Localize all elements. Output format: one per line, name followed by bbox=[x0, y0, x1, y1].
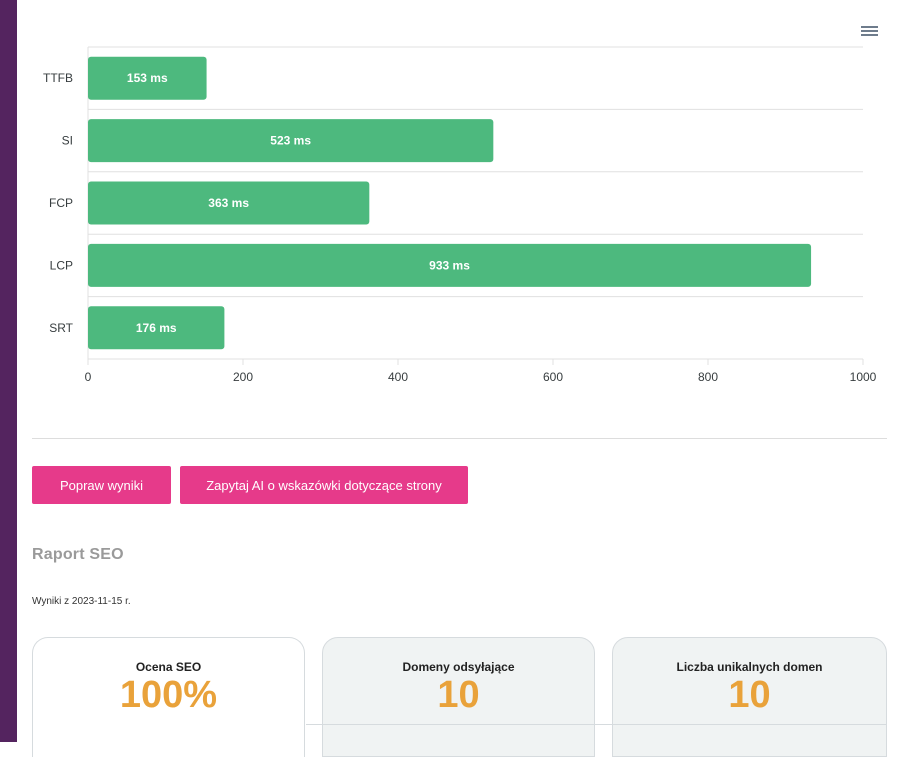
tab-referring-domains[interactable]: Domeny odsyłające 10 bbox=[322, 637, 595, 757]
section-divider bbox=[32, 438, 887, 439]
referring-domains-value: 10 bbox=[437, 674, 480, 716]
bar-data-label: 933 ms bbox=[429, 258, 470, 272]
tab-underline bbox=[306, 724, 887, 725]
x-tick-label: 200 bbox=[233, 370, 253, 384]
performance-bar-chart: 0 200 400 600 800 1000 153 ms TTFB 523 ms SI 363 m… bbox=[43, 46, 877, 384]
bar-data-label: 523 ms bbox=[270, 134, 311, 148]
category-label: TTFB bbox=[43, 71, 73, 85]
referring-domains-label: Domeny odsyłające bbox=[402, 660, 515, 674]
unique-domains-label: Liczba unikalnych domen bbox=[676, 660, 823, 674]
x-tick-label: 800 bbox=[698, 370, 718, 384]
hamburger-menu-icon[interactable] bbox=[861, 24, 878, 38]
seo-report-date: Wyniki z 2023-11-15 r. bbox=[32, 596, 131, 607]
seo-score-value: 100% bbox=[119, 674, 218, 716]
x-tick-label: 1000 bbox=[850, 370, 877, 384]
seo-report-title: Raport SEO bbox=[32, 546, 124, 563]
unique-domains-value: 10 bbox=[728, 674, 771, 716]
tab-seo-score[interactable]: Ocena SEO 100% bbox=[32, 637, 305, 757]
category-label: FCP bbox=[49, 196, 73, 210]
bar-data-label: 363 ms bbox=[208, 196, 249, 210]
category-label: LCP bbox=[50, 258, 73, 272]
improve-results-button[interactable]: Popraw wyniki bbox=[32, 466, 171, 504]
ask-ai-button[interactable]: Zapytaj AI o wskazówki dotyczące strony bbox=[180, 466, 468, 504]
bar-data-label: 153 ms bbox=[127, 71, 168, 85]
x-tick-label: 600 bbox=[543, 370, 563, 384]
sidebar-strip bbox=[0, 0, 17, 742]
x-tick-label: 0 bbox=[85, 370, 92, 384]
seo-score-label: Ocena SEO bbox=[135, 660, 202, 674]
category-label: SRT bbox=[49, 321, 73, 335]
bar-data-label: 176 ms bbox=[136, 321, 177, 335]
category-label: SI bbox=[62, 134, 73, 148]
tab-unique-domains[interactable]: Liczba unikalnych domen 10 bbox=[612, 637, 887, 757]
x-tick-label: 400 bbox=[388, 370, 408, 384]
